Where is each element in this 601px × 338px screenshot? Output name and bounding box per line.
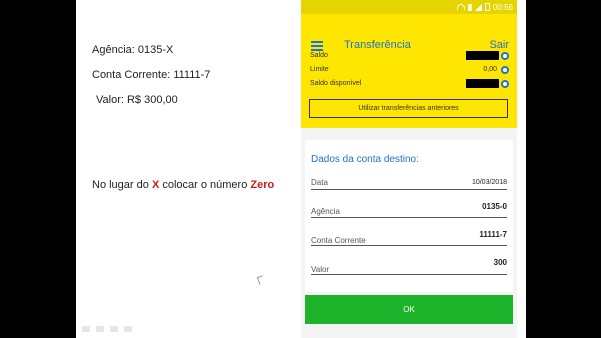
valor-underline	[311, 274, 507, 275]
saldo-label: Saldo	[310, 52, 328, 59]
agencia-label: Agência	[311, 207, 340, 216]
eye-icon[interactable]	[501, 80, 509, 88]
slide-valor: Valor: R$ 300,00	[96, 94, 178, 106]
agencia-underline	[311, 217, 507, 218]
signal-icon	[474, 3, 482, 11]
status-time: 00:56	[492, 2, 513, 12]
data-underline	[311, 189, 507, 190]
destination-form: Dados da conta destino: Data 10/03/2018 …	[305, 140, 513, 292]
previous-transfers-button[interactable]: Utilizar transferências anteriores	[309, 99, 508, 118]
instruction-mid: colocar o número	[159, 179, 251, 191]
conta-field[interactable]: 11111-7	[479, 230, 507, 239]
menu-icon[interactable]	[311, 41, 323, 51]
section-title: Dados da conta destino:	[311, 154, 419, 165]
data-transfer-icon	[467, 3, 472, 11]
mouse-cursor-icon	[256, 275, 266, 285]
slides-icon[interactable]	[110, 326, 118, 332]
agencia-field[interactable]: 0135-0	[482, 202, 507, 211]
slide-toolbar[interactable]	[82, 326, 132, 332]
marker-icon[interactable]	[96, 326, 104, 332]
slide-instruction: No lugar do X colocar o número Zero	[92, 179, 274, 191]
conta-underline	[311, 245, 507, 246]
disponivel-label: Saldo disponível	[310, 80, 362, 87]
eye-icon[interactable]	[501, 52, 509, 60]
more-icon[interactable]	[124, 326, 132, 332]
page-title: Transferência	[344, 39, 411, 51]
conta-label: Conta Corrente	[311, 236, 366, 245]
data-label: Data	[311, 178, 328, 187]
phone-screen: 00:56 Transferência Sair Saldo Limite 0,…	[301, 0, 517, 338]
data-field[interactable]: 10/03/2018	[472, 179, 507, 186]
screen: Agência: 0135-X Conta Corrente: 11111-7 …	[0, 0, 601, 338]
wifi-icon	[456, 4, 465, 10]
disponivel-value-masked	[466, 79, 499, 88]
eye-icon[interactable]	[501, 66, 509, 74]
slide-agencia: Agência: 0135-X	[92, 44, 174, 56]
limite-label: Limite	[310, 66, 329, 73]
ok-button[interactable]: OK	[305, 295, 513, 324]
limite-value: 0,00	[483, 66, 497, 73]
transfer-header: Transferência Sair Saldo Limite 0,00 Sal…	[301, 14, 517, 128]
battery-icon	[484, 3, 490, 11]
instruction-zero: Zero	[250, 179, 275, 191]
valor-label: Valor	[311, 265, 330, 274]
valor-field[interactable]: 300	[494, 258, 507, 267]
slide-conta: Conta Corrente: 11111-7	[92, 69, 211, 81]
instruction-prefix: No lugar do	[92, 179, 152, 191]
logout-button[interactable]: Sair	[489, 39, 509, 51]
saldo-value-masked	[466, 51, 499, 60]
status-bar: 00:56	[301, 0, 517, 14]
pen-icon[interactable]	[82, 326, 90, 332]
